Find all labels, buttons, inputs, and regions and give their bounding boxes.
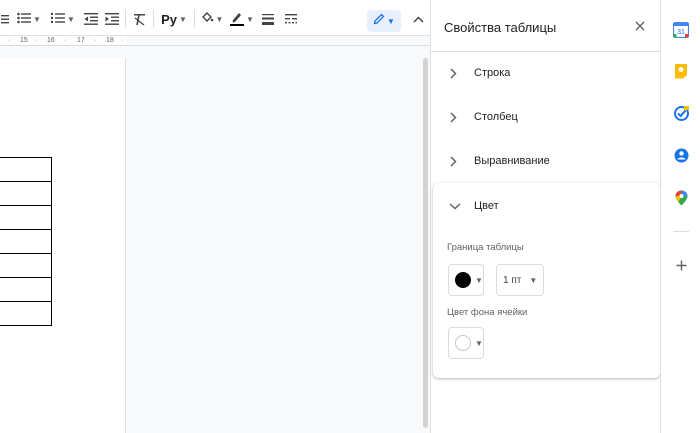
table-row[interactable] <box>0 157 52 182</box>
section-color-card: Цвет Граница таблицы ▼ 1 пт ▼ Цвет фона … <box>433 183 660 378</box>
chevron-down-icon: ▼ <box>475 338 483 348</box>
chevron-down-icon <box>449 200 461 212</box>
border-width-value: 1 пт <box>503 274 522 286</box>
border-color-button[interactable]: ▼ <box>229 8 255 30</box>
border-color-swatch <box>455 272 471 288</box>
border-color-picker[interactable]: ▼ <box>448 264 484 296</box>
ruler-ticks: · <box>35 37 38 44</box>
table-cell[interactable] <box>0 157 52 182</box>
section-column[interactable]: Столбец <box>431 95 661 139</box>
ruler-margin <box>126 36 430 46</box>
ruler-mark: 18 <box>106 37 114 44</box>
table-properties-panel: Свойства таблицы Строка Столбец Выравнив… <box>430 0 661 433</box>
bulleted-list-icon <box>17 12 32 27</box>
cell-background-picker[interactable]: ▼ <box>448 327 484 359</box>
toolbar-divider <box>194 10 195 28</box>
table-cell[interactable] <box>0 253 52 278</box>
toolbar-divider <box>125 10 126 28</box>
fill-color-icon <box>201 11 214 27</box>
contacts-icon[interactable] <box>673 147 689 163</box>
cell-background-label: Цвет фона ячейки <box>447 307 528 318</box>
document-scrollbar[interactable] <box>423 58 428 428</box>
toolbar-divider <box>153 10 154 28</box>
section-label: Столбец <box>474 111 518 123</box>
chevron-down-icon: ▼ <box>475 275 483 285</box>
numbered-list-icon <box>51 12 66 27</box>
close-icon[interactable] <box>631 17 649 35</box>
document-table[interactable] <box>0 157 52 326</box>
section-label: Выравнивание <box>474 155 550 167</box>
document-canvas <box>0 47 430 433</box>
align-left-icon[interactable] <box>0 8 10 30</box>
table-row[interactable] <box>0 253 52 278</box>
section-color[interactable]: Цвет <box>433 184 660 228</box>
chevron-down-icon: ▼ <box>246 14 254 24</box>
table-cell[interactable] <box>0 205 52 230</box>
keep-icon[interactable] <box>673 63 689 79</box>
chevron-down-icon: ▼ <box>529 275 538 285</box>
border-dash-icon[interactable] <box>282 8 300 30</box>
spellcheck-icon: Py <box>161 11 177 27</box>
section-row[interactable]: Строка <box>431 51 661 95</box>
panel-title: Свойства таблицы <box>444 20 557 35</box>
side-apps-rail: 31 <box>660 0 700 433</box>
increase-indent-icon[interactable] <box>103 8 121 30</box>
table-row[interactable] <box>0 229 52 254</box>
chevron-down-icon: ▼ <box>33 14 41 24</box>
maps-icon[interactable] <box>673 190 689 206</box>
chevron-right-icon <box>447 111 459 123</box>
add-icon[interactable] <box>673 257 689 273</box>
chevron-right-icon <box>447 155 459 167</box>
ruler-mark: 16 <box>47 37 55 44</box>
numbered-list-button[interactable]: ▼ <box>48 8 78 30</box>
document-page[interactable] <box>0 58 126 433</box>
table-cell[interactable] <box>0 229 52 254</box>
bulleted-list-button[interactable]: ▼ <box>14 8 44 30</box>
collapse-toolbar-icon[interactable] <box>410 11 426 27</box>
ruler-ticks: · <box>94 37 97 44</box>
tasks-icon[interactable] <box>673 105 689 121</box>
ruler-mark: 17 <box>77 37 85 44</box>
chevron-down-icon: ▼ <box>387 16 395 26</box>
border-width-icon[interactable] <box>259 8 277 30</box>
spellcheck-button[interactable]: Py ▼ <box>159 8 189 30</box>
ruler-ticks: · <box>121 37 124 44</box>
border-color-icon <box>230 10 245 29</box>
table-cell[interactable] <box>0 301 52 326</box>
table-border-label: Граница таблицы <box>447 242 524 253</box>
editing-mode-button[interactable]: ▼ <box>367 10 401 32</box>
table-row[interactable] <box>0 205 52 230</box>
clear-formatting-icon[interactable] <box>130 8 148 30</box>
panel-header: Свойства таблицы <box>431 0 661 52</box>
rail-divider <box>673 231 689 232</box>
toolbar: ▼ ▼ Py ▼ ▼ ▼ ▼ <box>0 0 430 36</box>
section-label: Строка <box>474 67 511 79</box>
ruler-mark: 15 <box>20 37 28 44</box>
calendar-icon[interactable]: 31 <box>673 22 689 38</box>
ruler-ticks: · <box>8 37 11 44</box>
chevron-down-icon: ▼ <box>178 14 187 24</box>
editing-mode-icon <box>373 12 385 30</box>
section-alignment[interactable]: Выравнивание <box>431 139 661 183</box>
chevron-right-icon <box>447 67 459 79</box>
table-cell[interactable] <box>0 277 52 302</box>
ruler-ticks: · <box>64 37 67 44</box>
decrease-indent-icon[interactable] <box>82 8 100 30</box>
table-cell[interactable] <box>0 181 52 206</box>
ruler: · 15 · 16 · 17 · 18 · <box>0 36 126 46</box>
calendar-day: 31 <box>677 29 685 36</box>
table-row[interactable] <box>0 181 52 206</box>
fill-color-button[interactable]: ▼ <box>199 8 225 30</box>
chevron-down-icon: ▼ <box>215 14 224 24</box>
table-row[interactable] <box>0 301 52 326</box>
app-window: ▼ ▼ Py ▼ ▼ ▼ ▼ · 15 · 16 · 17 · 18 · Сво… <box>0 0 700 433</box>
table-row[interactable] <box>0 277 52 302</box>
chevron-down-icon: ▼ <box>67 14 75 24</box>
border-width-select[interactable]: 1 пт ▼ <box>496 264 544 296</box>
cell-background-swatch <box>455 335 471 351</box>
section-label: Цвет <box>474 200 499 212</box>
